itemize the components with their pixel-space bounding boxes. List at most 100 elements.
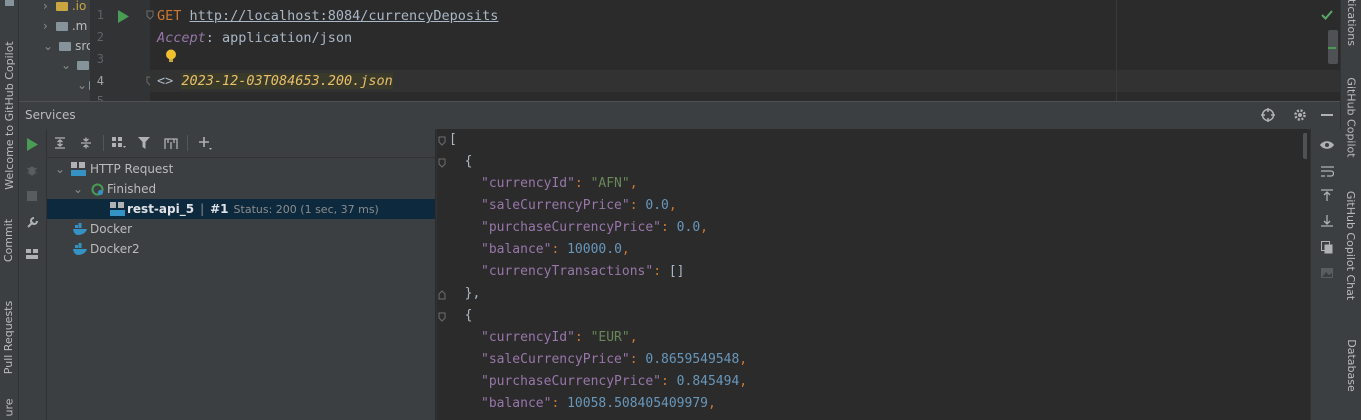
run-icon[interactable]: [25, 137, 39, 151]
http-request-editor[interactable]: 1 2 3 4 5 GET http://localhost:8084/curr…: [90, 0, 1340, 101]
chevron-right-icon: ›: [43, 0, 48, 13]
scroll-bottom-icon[interactable]: [1319, 213, 1335, 229]
services-toolbar: [47, 129, 435, 158]
response-viewer[interactable]: [ {"currencyId": "AFN", "saleCurrencyPric…: [436, 129, 1307, 420]
json-value: 0.845494: [676, 374, 740, 389]
run-request-icon[interactable]: [116, 8, 130, 24]
api-icon: [69, 161, 87, 177]
response-marker: <>: [157, 73, 174, 89]
eye-icon[interactable]: [1319, 137, 1335, 153]
crosshair-icon[interactable]: [1260, 107, 1276, 123]
json-value: 10058.508405409979: [567, 396, 708, 411]
tree-label: Finished: [107, 182, 157, 196]
add-service-icon[interactable]: [197, 136, 213, 150]
tree-node-docker2[interactable]: Docker2: [47, 239, 435, 259]
group-by-icon[interactable]: [111, 136, 127, 150]
copy-icon[interactable]: [1319, 239, 1335, 255]
tree-node-request[interactable]: rest-api_5 | #1 Status: 200 (1 sec, 37 m…: [47, 199, 435, 219]
json-key: "saleCurrencyPrice": [481, 352, 630, 367]
folder-icon: [59, 41, 72, 51]
lightbulb-icon[interactable]: [164, 48, 178, 64]
json-trailing-comma: ,: [629, 176, 638, 191]
project-tree-row[interactable]: › .io: [43, 0, 86, 16]
welcome-copilot-tab-label: Welcome to GitHub Copilot: [2, 40, 16, 190]
fold-icon[interactable]: [146, 10, 154, 20]
gear-icon[interactable]: [1292, 107, 1308, 123]
json-line: [: [449, 129, 457, 151]
project-tree-label: .io: [71, 0, 87, 13]
services-header: Services: [19, 101, 1340, 130]
layout-icon[interactable]: [25, 247, 39, 261]
welcome-copilot-tab[interactable]: Welcome to GitHub Copilot: [0, 40, 18, 190]
json-line: "purchaseCurrencyPrice": 0.845494,: [481, 371, 747, 393]
github-copilot-tab[interactable]: GitHub Copilot: [1341, 62, 1361, 172]
chevron-down-icon: ⌄: [77, 78, 88, 92]
stop-icon[interactable]: [25, 189, 39, 203]
json-line: "currencyTransactions": []: [481, 261, 685, 283]
fold-icon[interactable]: [437, 157, 447, 169]
pull-requests-tab-label: Pull Requests: [2, 300, 16, 375]
json-key: "balance": [481, 396, 552, 411]
request-url[interactable]: http://localhost:8084/currencyDeposits: [190, 8, 499, 24]
services-tool-column: [19, 129, 47, 420]
header-name: Accept: [157, 30, 206, 46]
chevron-down-icon: ⌄: [43, 39, 54, 53]
scrollbar-marker: [1328, 47, 1336, 49]
notifications-tab-label: tications: [1344, 0, 1358, 46]
docker-icon: [71, 221, 89, 237]
json-colon: :: [653, 264, 669, 279]
scroll-top-icon[interactable]: [1319, 187, 1335, 203]
project-tree-row[interactable]: ⌄ src: [43, 36, 93, 56]
json-colon: :: [661, 220, 677, 235]
filter-icon[interactable]: [137, 136, 153, 150]
project-tree-row[interactable]: ⌄: [61, 55, 93, 75]
response-file-link[interactable]: 2023-12-03T084653.200.json: [181, 73, 393, 89]
response-reference-line[interactable]: <> 2023-12-03T084653.200.json: [157, 70, 393, 92]
structure-tab[interactable]: ure: [0, 395, 18, 420]
project-tree: › .io › .m ⌄ src ⌄ ⌄: [19, 0, 102, 101]
project-tree-row[interactable]: › .m: [43, 16, 87, 36]
notifications-tab[interactable]: tications: [1341, 0, 1361, 46]
json-key: "currencyId": [481, 330, 575, 345]
services-tree: ⌄ HTTP Request ⌄ Finished rest-api_5 | #…: [47, 158, 435, 420]
tree-node-finished[interactable]: ⌄ Finished: [47, 179, 435, 199]
wrench-icon[interactable]: [25, 215, 39, 229]
expand-all-icon[interactable]: [53, 136, 67, 150]
response-scrollbar[interactable]: [1303, 133, 1307, 159]
json-line: {: [449, 151, 473, 173]
header-line[interactable]: Accept: application/json: [157, 27, 352, 49]
json-trailing-comma: ,: [739, 352, 748, 367]
debug-icon[interactable]: [25, 163, 39, 177]
json-line: "purchaseCurrencyPrice": 0.0,: [481, 217, 708, 239]
json-value: 10000.0: [567, 242, 622, 257]
new-tab-icon[interactable]: [163, 136, 179, 150]
pull-requests-tab[interactable]: Pull Requests: [0, 290, 18, 385]
json-colon: :: [574, 330, 591, 345]
json-trailing-comma: ,: [668, 198, 677, 213]
request-number: #1: [210, 202, 229, 216]
tree-node-http-request[interactable]: ⌄ HTTP Request: [47, 159, 435, 179]
soft-wrap-icon[interactable]: [1319, 163, 1335, 179]
json-key: "purchaseCurrencyPrice": [481, 220, 662, 235]
line-number: 4: [96, 74, 104, 88]
fold-icon[interactable]: [437, 311, 447, 323]
chevron-down-icon: ⌄: [55, 162, 66, 176]
tree-node-docker[interactable]: Docker: [47, 219, 435, 239]
fold-icon[interactable]: [437, 135, 447, 147]
collapse-all-icon[interactable]: [79, 136, 93, 150]
request-line[interactable]: GET http://localhost:8084/currencyDeposi…: [157, 5, 498, 27]
json-colon: :: [574, 176, 591, 191]
json-value: 0.0: [645, 198, 669, 213]
github-copilot-chat-tab[interactable]: GitHub Copilot Chat: [1341, 180, 1361, 310]
fold-end-icon[interactable]: [437, 289, 447, 301]
image-icon[interactable]: [1319, 265, 1335, 281]
commit-tab[interactable]: Commit: [0, 210, 18, 270]
project-tree-label: .m: [71, 19, 88, 33]
json-line: {: [449, 305, 473, 327]
right-margin-guide: [1116, 0, 1117, 101]
github-copilot-tab-label: GitHub Copilot: [1344, 76, 1358, 158]
minimize-icon[interactable]: [1319, 107, 1335, 123]
json-value: 0.0: [676, 220, 701, 235]
database-tab[interactable]: Database: [1341, 325, 1361, 405]
json-colon: :: [661, 374, 677, 389]
